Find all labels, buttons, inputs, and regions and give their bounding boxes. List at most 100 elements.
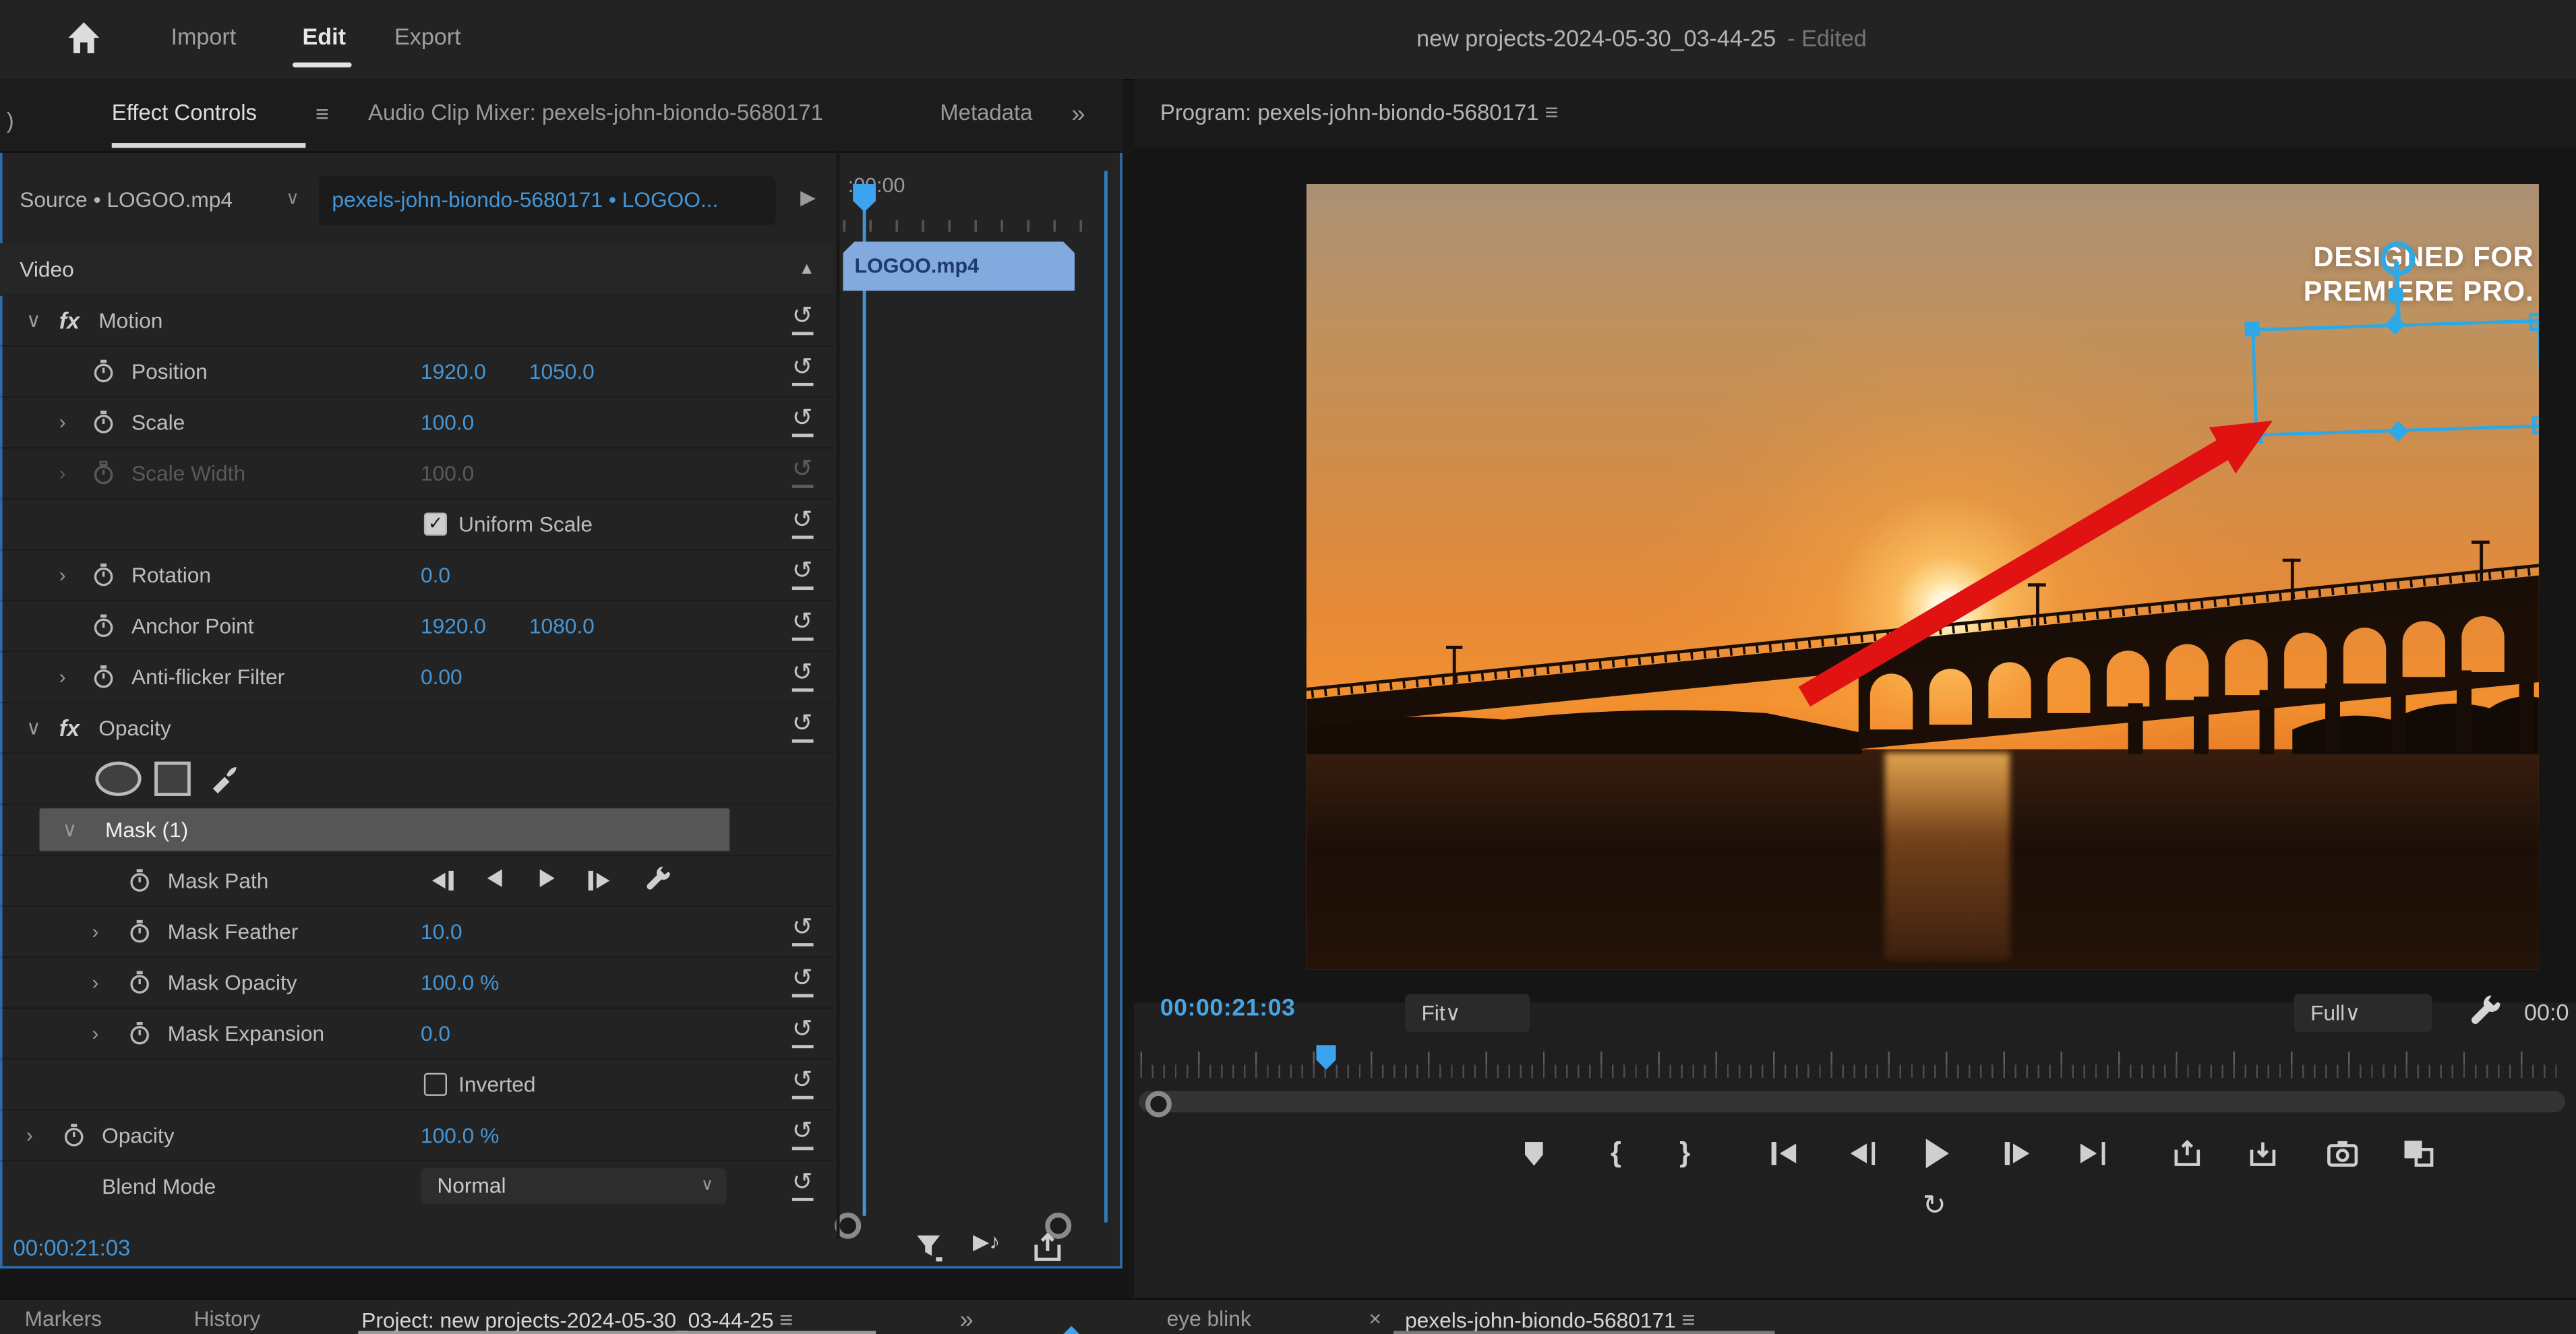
reset-param-icon[interactable]: ↺ xyxy=(792,1018,813,1048)
stopwatch-icon[interactable] xyxy=(128,868,151,892)
filter-properties-funnel-icon[interactable] xyxy=(913,1232,943,1263)
chevron-right-icon[interactable]: › xyxy=(59,665,66,688)
mask-vertex-bottom-left[interactable] xyxy=(2248,428,2263,444)
mask-vertex-bottom-right[interactable] xyxy=(2532,416,2539,435)
step-forward-button[interactable] xyxy=(2005,1130,2030,1176)
mark-out-button[interactable]: } xyxy=(1679,1130,1690,1176)
program-zoom-scrollbar[interactable] xyxy=(1139,1091,2565,1113)
track-mask-backward-icon[interactable] xyxy=(431,870,453,890)
mask-feather-square-handle[interactable] xyxy=(2388,287,2403,303)
step-back-button[interactable] xyxy=(1851,1130,1876,1176)
track-mask-forward-icon[interactable] xyxy=(589,870,611,890)
panel-menu-icon[interactable]: ≡ xyxy=(316,100,329,127)
clipped-panel-tab[interactable]: ) xyxy=(7,109,14,133)
reset-param-icon[interactable]: ↺ xyxy=(792,661,813,691)
tab-metadata[interactable]: Metadata xyxy=(940,100,1032,125)
step-mask-backward-icon[interactable] xyxy=(487,868,503,892)
param-value[interactable]: 0.0 xyxy=(421,562,450,587)
inverted-checkbox[interactable] xyxy=(424,1072,447,1095)
chevron-right-icon[interactable]: › xyxy=(59,563,66,586)
stopwatch-icon[interactable] xyxy=(128,1021,151,1045)
tab-markers[interactable]: Markers xyxy=(25,1306,102,1331)
stopwatch-icon[interactable] xyxy=(92,409,115,434)
chevron-right-icon[interactable]: › xyxy=(92,919,99,942)
go-to-out-button[interactable] xyxy=(2080,1130,2105,1176)
mark-in-button[interactable]: { xyxy=(1611,1130,1621,1176)
chevron-open-icon[interactable]: ∨ xyxy=(26,308,40,331)
param-value[interactable]: 0.0 xyxy=(421,1021,450,1045)
playback-resolution-dropdown[interactable]: Full ∨ xyxy=(2294,994,2432,1032)
scrollbar-knob[interactable] xyxy=(1145,1091,1172,1118)
stopwatch-icon[interactable] xyxy=(92,358,115,383)
reset-param-icon[interactable]: ↺ xyxy=(792,406,813,436)
proxy-toggle-refresh-icon[interactable]: ↻ xyxy=(1923,1190,1946,1223)
tab-export[interactable]: Export xyxy=(394,23,461,49)
param-value[interactable]: 100.0 xyxy=(421,409,474,434)
home-icon[interactable] xyxy=(66,20,102,56)
tab-project[interactable]: Project: new projects-2024-05-30_03-44-2… xyxy=(361,1306,793,1333)
fx-badge-icon[interactable]: fx xyxy=(59,307,80,333)
add-marker-button[interactable] xyxy=(1525,1130,1543,1176)
reset-param-icon[interactable]: ↺ xyxy=(792,356,813,386)
param-value-x[interactable]: 1920.0 xyxy=(421,613,486,638)
param-value-x[interactable]: 1920.0 xyxy=(421,358,486,383)
collapse-section-icon[interactable]: ▲ xyxy=(799,260,815,278)
comparison-view-button[interactable] xyxy=(2403,1130,2434,1176)
track-mask-play-icon[interactable] xyxy=(539,868,556,892)
reset-param-icon[interactable]: ↺ xyxy=(792,1171,813,1201)
reset-param-icon[interactable]: ↺ xyxy=(792,611,813,640)
stopwatch-icon[interactable] xyxy=(63,1122,86,1147)
mask-row[interactable]: ∨ Mask (1) xyxy=(0,804,833,856)
playhead-marker[interactable] xyxy=(853,184,876,212)
vertical-scrollbar[interactable] xyxy=(1104,171,1108,1223)
stopwatch-icon[interactable] xyxy=(92,664,115,689)
rectangle-mask-tool-icon[interactable] xyxy=(154,761,191,795)
stopwatch-icon[interactable] xyxy=(128,969,151,994)
extract-button[interactable] xyxy=(2248,1130,2278,1176)
mask-outline[interactable] xyxy=(2251,319,2539,436)
tab-eye-blink[interactable]: eye blink xyxy=(1167,1306,1251,1331)
blend-mode-dropdown[interactable]: Normal ∨ xyxy=(421,1168,726,1204)
mask-name[interactable]: Mask (1) xyxy=(105,816,188,841)
tab-audio-clip-mixer[interactable]: Audio Clip Mixer: pexels-john-biondo-568… xyxy=(368,100,823,125)
settings-wrench-icon[interactable] xyxy=(2468,996,2503,1030)
param-value[interactable]: 0.00 xyxy=(421,664,462,689)
chevron-right-icon[interactable]: › xyxy=(92,970,99,993)
reset-param-icon[interactable]: ↺ xyxy=(792,508,813,538)
timeline-clip[interactable]: LOGOO.mp4 xyxy=(843,241,1075,291)
reset-param-icon[interactable]: ↺ xyxy=(792,1120,813,1149)
play-button[interactable] xyxy=(1926,1130,1949,1176)
tab-sequence[interactable]: pexels-john-biondo-5680171 ≡ xyxy=(1405,1306,1695,1333)
uniform-scale-checkbox[interactable]: ✓ xyxy=(424,512,447,535)
panel-menu-icon[interactable]: ≡ xyxy=(1682,1306,1696,1333)
pen-tool-icon[interactable] xyxy=(207,762,238,793)
chevron-open-icon[interactable]: ∨ xyxy=(26,716,40,739)
mask-vertex-top-left[interactable] xyxy=(2244,322,2260,337)
chevron-down-icon[interactable]: ∨ xyxy=(286,187,299,209)
tab-edit[interactable]: Edit xyxy=(303,23,346,49)
panel-overflow-icon[interactable]: » xyxy=(1071,100,1085,128)
chevron-right-icon[interactable]: › xyxy=(59,410,66,433)
effect-controls-timecode[interactable]: 00:00:21:03 xyxy=(13,1236,131,1261)
tab-import[interactable]: Import xyxy=(171,23,237,49)
stopwatch-icon[interactable] xyxy=(92,562,115,587)
program-timecode[interactable]: 00:00:21:03 xyxy=(1160,996,1296,1022)
reset-param-icon[interactable]: ↺ xyxy=(792,559,813,589)
export-frame-button[interactable] xyxy=(2327,1130,2358,1176)
timeline-ruler-ticks[interactable] xyxy=(843,220,1102,232)
fx-badge-icon[interactable]: fx xyxy=(59,714,80,740)
chevron-right-icon[interactable]: › xyxy=(92,1021,99,1044)
mask-tracking-settings-wrench-icon[interactable] xyxy=(645,866,672,894)
reset-effect-icon[interactable]: ↺ xyxy=(792,305,813,334)
mask-vertex-top-right[interactable] xyxy=(2529,312,2539,331)
reset-effect-icon[interactable]: ↺ xyxy=(792,713,813,742)
go-to-in-button[interactable] xyxy=(1772,1130,1797,1176)
stopwatch-icon[interactable] xyxy=(92,613,115,638)
panel-menu-icon[interactable]: ≡ xyxy=(1545,98,1559,125)
tab-history[interactable]: History xyxy=(194,1306,261,1331)
stopwatch-icon[interactable] xyxy=(128,919,151,944)
param-value[interactable]: 100.0 % xyxy=(421,1122,499,1147)
linked-sequence-link[interactable]: pexels-john-biondo-5680171 • LOGOO... xyxy=(332,187,718,212)
timeline-view-toggle-icon[interactable]: ▶ xyxy=(800,185,816,208)
chevron-open-icon[interactable]: ∨ xyxy=(63,818,77,841)
